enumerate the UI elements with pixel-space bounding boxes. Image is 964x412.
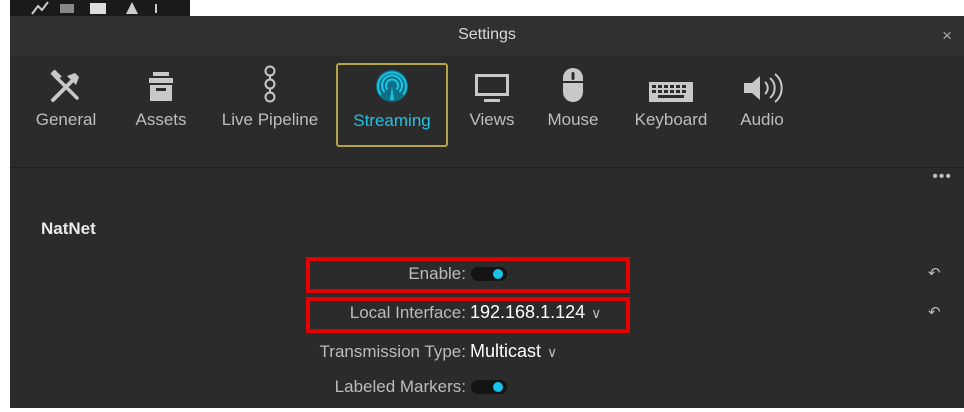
asset-box-icon bbox=[126, 64, 196, 108]
tab-views[interactable]: Views bbox=[462, 64, 522, 144]
host-toolbar-strip bbox=[10, 0, 190, 16]
transmission-type-label: Transmission Type: bbox=[319, 342, 466, 361]
reset-enable-icon[interactable]: ↶ bbox=[928, 264, 941, 282]
speaker-icon bbox=[732, 64, 792, 108]
toggle-knob bbox=[493, 382, 503, 392]
tab-mouse[interactable]: Mouse bbox=[538, 64, 608, 144]
tools-icon bbox=[26, 64, 106, 108]
transmission-type-dropdown[interactable]: Multicast ∨ bbox=[470, 341, 557, 362]
setting-row-transmission-type: Transmission Type: Multicast ∨ bbox=[10, 336, 964, 368]
highlight-box-enable bbox=[306, 257, 630, 293]
tab-keyboard[interactable]: Keyboard bbox=[626, 64, 716, 144]
pipeline-icon bbox=[213, 64, 327, 108]
monitor-icon bbox=[462, 64, 522, 108]
tab-label: Views bbox=[469, 110, 515, 129]
setting-row-labeled-markers: Labeled Markers: bbox=[10, 371, 964, 403]
tab-general[interactable]: General bbox=[26, 64, 106, 144]
tab-audio[interactable]: Audio bbox=[732, 64, 792, 144]
tab-label: General bbox=[35, 110, 97, 129]
settings-window: Settings × General Assets Live Pipeline … bbox=[10, 16, 964, 408]
tab-live-pipeline[interactable]: Live Pipeline bbox=[213, 64, 327, 144]
title-bar: Settings × bbox=[10, 16, 964, 56]
highlight-box-local-interface bbox=[306, 297, 630, 333]
transmission-type-value: Multicast bbox=[470, 341, 542, 361]
tab-label: Streaming bbox=[353, 111, 431, 130]
window-title: Settings bbox=[458, 26, 516, 43]
tab-label: Mouse bbox=[547, 110, 599, 129]
labeled-markers-toggle[interactable] bbox=[471, 380, 507, 394]
reset-local-interface-icon[interactable]: ↶ bbox=[928, 303, 941, 321]
close-button[interactable]: × bbox=[942, 26, 952, 46]
tab-label: Keyboard bbox=[634, 110, 708, 129]
tab-assets[interactable]: Assets bbox=[126, 64, 196, 144]
tab-label: Assets bbox=[135, 110, 187, 129]
tab-label: Live Pipeline bbox=[221, 110, 319, 129]
settings-tab-bar: General Assets Live Pipeline Streaming V… bbox=[10, 56, 964, 168]
mouse-icon bbox=[538, 64, 608, 108]
tab-label: Audio bbox=[740, 110, 784, 129]
more-options-button[interactable]: ••• bbox=[932, 168, 952, 186]
section-title-natnet: NatNet bbox=[41, 219, 96, 238]
keyboard-icon bbox=[626, 64, 716, 108]
streaming-icon bbox=[338, 65, 446, 109]
tab-streaming[interactable]: Streaming bbox=[336, 63, 448, 147]
chevron-down-icon: ∨ bbox=[547, 344, 558, 360]
labeled-markers-label: Labeled Markers: bbox=[334, 377, 466, 396]
